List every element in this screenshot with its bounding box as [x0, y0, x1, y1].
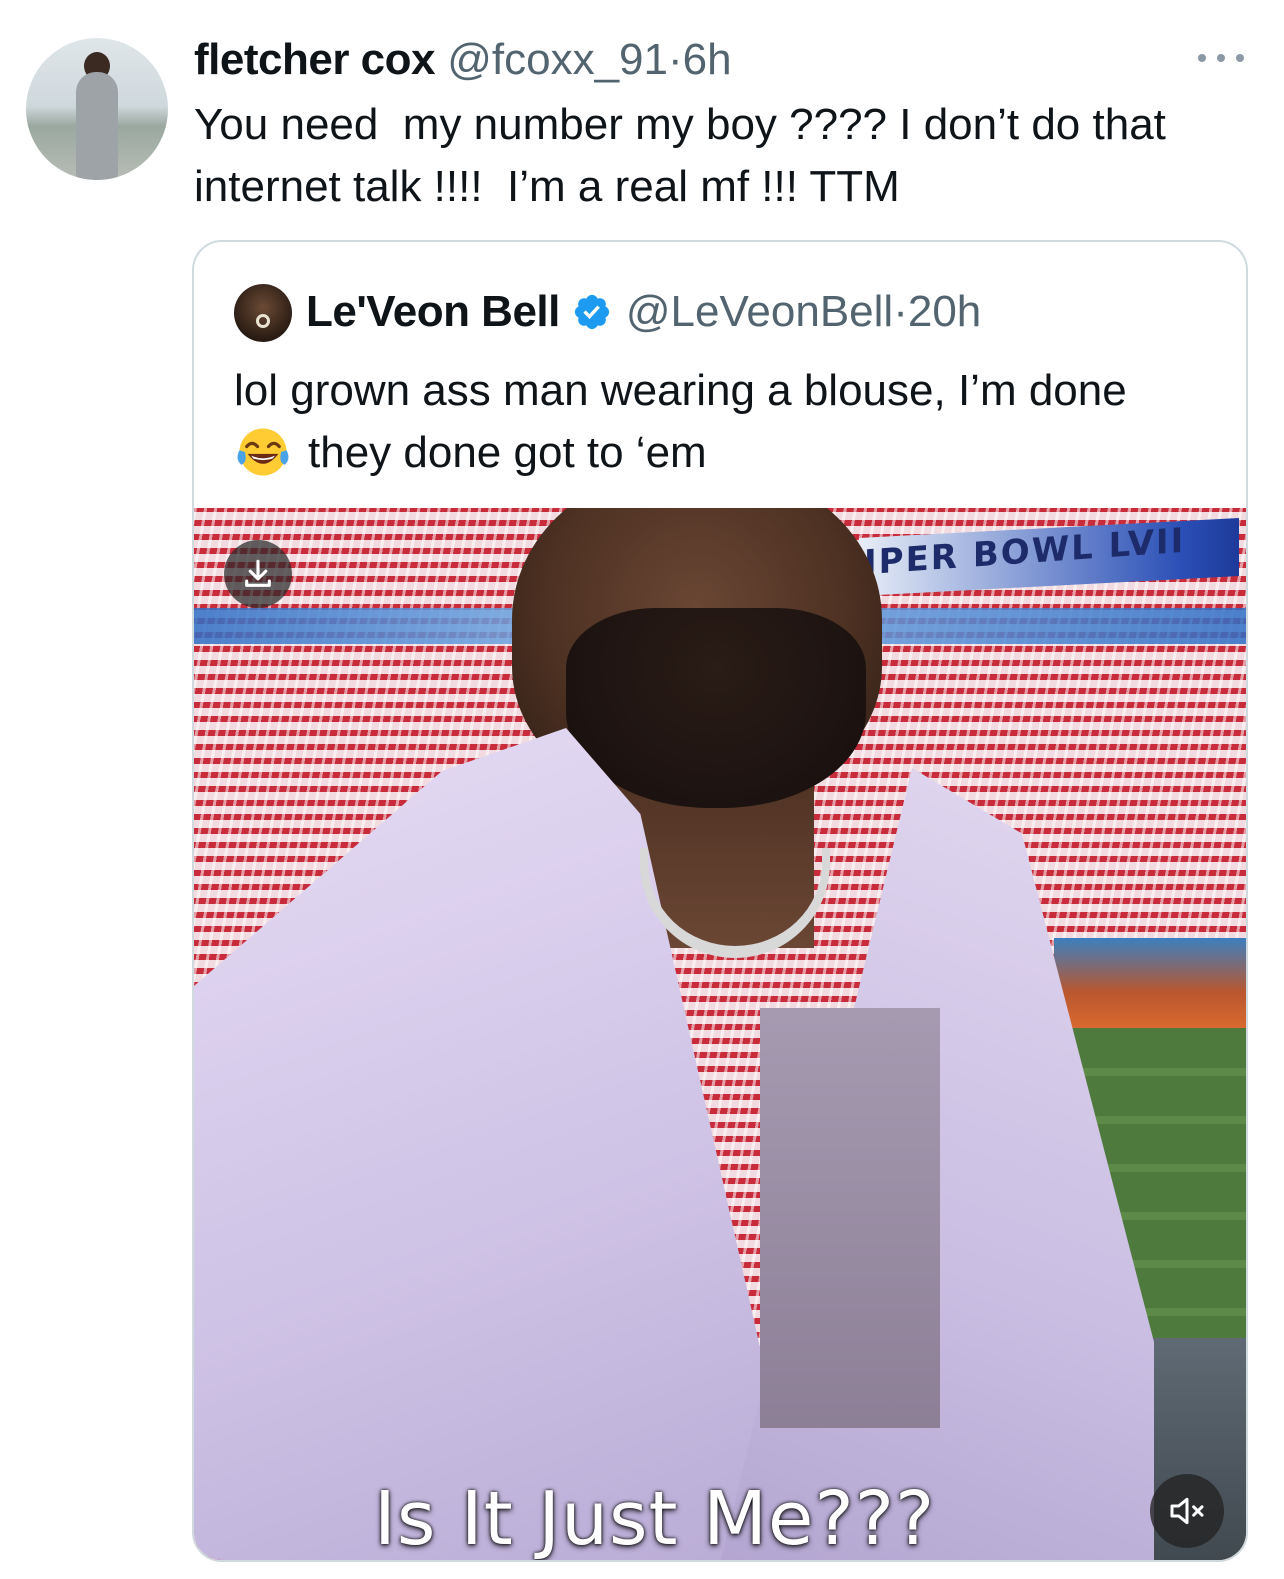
author-display-name[interactable]: fletcher cox — [194, 35, 435, 84]
video-caption: Is It Just Me??? — [374, 1476, 936, 1562]
download-button[interactable] — [224, 540, 292, 608]
quoted-tweet-header: Le'Veon Bell @LeVeonBell · 20h — [306, 282, 981, 342]
author-avatar[interactable] — [26, 38, 168, 180]
quoted-text-line-2: they done got to ‘em — [234, 422, 1224, 484]
quoted-display-name[interactable]: Le'Veon Bell — [306, 282, 560, 342]
quoted-text-line-2-label: they done got to ‘em — [308, 428, 707, 477]
author-handle[interactable]: @fcoxx_91 — [447, 35, 668, 84]
avatar-figure — [76, 72, 118, 180]
ellipsis-dot — [1236, 54, 1244, 62]
quoted-handle[interactable]: @LeVeonBell — [626, 282, 893, 342]
quoted-video[interactable]: IPER BOWL LVII Is It Just Me??? — [194, 508, 1246, 1562]
ellipsis-dot — [1198, 54, 1206, 62]
quoted-tweet-text: lol grown ass man wearing a blouse, I’m … — [234, 360, 1224, 484]
sideline-board — [1054, 938, 1246, 1028]
header-separator: · — [668, 35, 683, 84]
verified-badge-icon — [574, 294, 609, 330]
ellipsis-icon[interactable] — [1198, 46, 1244, 70]
mute-toggle-button[interactable] — [1150, 1474, 1224, 1548]
tweet-header: fletcher cox @fcoxx_91·6h — [194, 30, 732, 90]
quoted-tweet-card[interactable]: Le'Veon Bell @LeVeonBell · 20h lol grown a… — [192, 240, 1248, 1562]
tweet-screen: fletcher cox @fcoxx_91·6h You need my nu… — [0, 0, 1284, 1579]
tweet-text: You need my number my boy ???? I don’t d… — [194, 100, 1179, 211]
quoted-text-line-1: lol grown ass man wearing a blouse, I’m … — [234, 366, 1127, 415]
ellipsis-dot — [1217, 54, 1225, 62]
quoted-timestamp[interactable]: 20h — [908, 282, 981, 342]
tweet-timestamp[interactable]: 6h — [683, 35, 732, 84]
download-icon — [245, 559, 271, 587]
avatar-chain — [256, 314, 270, 328]
speaker-muted-icon — [1170, 1497, 1204, 1525]
satin-blouse — [760, 1008, 940, 1428]
person-beard — [566, 608, 866, 808]
laughing-tears-emoji-icon — [237, 428, 289, 476]
quoted-separator: · — [893, 287, 908, 336]
quoted-author-avatar[interactable] — [234, 284, 292, 342]
